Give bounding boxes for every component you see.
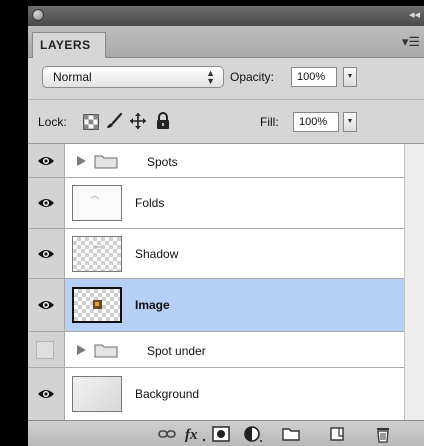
expand-triangle-icon[interactable] [75, 344, 87, 356]
eye-icon[interactable] [37, 152, 55, 170]
visibility-cell[interactable] [28, 332, 65, 367]
layer-name: Background [135, 387, 200, 401]
blend-mode-value: Normal [53, 70, 92, 84]
layer-thumbnail [72, 236, 122, 272]
panel-menu-icon[interactable]: ▾☰ [402, 34, 420, 50]
folder-icon [94, 344, 118, 358]
lock-image-pixels-icon[interactable] [105, 112, 123, 130]
adjustment-layer-icon[interactable] [244, 425, 262, 443]
eye-icon[interactable] [37, 194, 55, 212]
eye-icon[interactable] [37, 385, 55, 403]
visibility-cell[interactable] [28, 279, 65, 331]
close-icon[interactable] [32, 9, 44, 21]
layer-thumbnail [72, 287, 122, 323]
fill-dropdown-icon[interactable]: ▼ [343, 112, 357, 132]
layers-bottom-toolbar: fx [28, 420, 424, 446]
layer-thumbnail [72, 376, 122, 412]
opacity-dropdown-icon[interactable]: ▼ [343, 67, 357, 87]
visibility-cell[interactable] [28, 144, 65, 177]
layer-row-spot-under[interactable]: Spot under [28, 332, 404, 368]
layers-panel: ◂◂ LAYERS ▾☰ Normal ▲ ▼ Opacity: 100% ▼ L… [28, 6, 424, 446]
layer-row-shadow[interactable]: Shadow [28, 229, 404, 279]
lock-position-icon[interactable] [129, 112, 147, 130]
folder-icon [94, 155, 118, 169]
scrollbar[interactable] [404, 144, 424, 420]
fill-input[interactable]: 100% [293, 112, 339, 132]
layer-thumbnail [72, 185, 122, 221]
opacity-input[interactable]: 100% [291, 67, 337, 87]
layers-list: Spots Folds Shadow Image Spot under Back… [28, 144, 424, 420]
panel-title-bar: ◂◂ [28, 6, 424, 26]
trash-icon[interactable] [374, 425, 392, 443]
visibility-cell[interactable] [28, 178, 65, 228]
layer-name: Spot under [147, 344, 206, 358]
blend-row: Normal ▲ ▼ Opacity: 100% ▼ [28, 58, 424, 100]
eye-icon[interactable] [37, 296, 55, 314]
new-group-icon[interactable] [282, 425, 300, 443]
visibility-cell[interactable] [28, 229, 65, 278]
layer-row-spots[interactable]: Spots [28, 144, 404, 178]
fill-label: Fill: [260, 115, 279, 129]
opacity-label: Opacity: [230, 70, 275, 84]
layer-row-folds[interactable]: Folds [28, 178, 404, 229]
lock-label: Lock: [38, 115, 67, 129]
tab-layers[interactable]: LAYERS [32, 32, 106, 58]
eye-icon[interactable] [37, 245, 55, 263]
lock-all-icon[interactable] [154, 112, 172, 130]
collapse-icon[interactable]: ◂◂ [409, 8, 420, 21]
expand-triangle-icon[interactable] [75, 155, 87, 167]
add-mask-icon[interactable] [212, 425, 230, 443]
new-layer-icon[interactable] [328, 425, 346, 443]
blend-mode-select[interactable]: Normal ▲ ▼ [42, 66, 224, 88]
layer-row-background[interactable]: Background [28, 368, 404, 420]
layer-row-image[interactable]: Image [28, 279, 404, 332]
layer-name: Image [135, 298, 170, 312]
fx-icon[interactable]: fx [184, 425, 206, 443]
link-layers-icon[interactable] [158, 425, 176, 443]
layer-name: Spots [147, 155, 178, 169]
visibility-off-icon[interactable] [36, 341, 54, 359]
layer-name: Shadow [135, 247, 179, 261]
lock-transparent-pixels-icon[interactable] [82, 113, 100, 131]
layer-name: Folds [135, 196, 165, 210]
lock-row: Lock: Fill: 100% ▼ [28, 100, 424, 144]
select-arrows-icon: ▲ ▼ [206, 68, 215, 86]
svg-text:fx: fx [185, 427, 198, 443]
tab-strip: LAYERS ▾☰ [28, 26, 424, 58]
visibility-cell[interactable] [28, 368, 65, 420]
